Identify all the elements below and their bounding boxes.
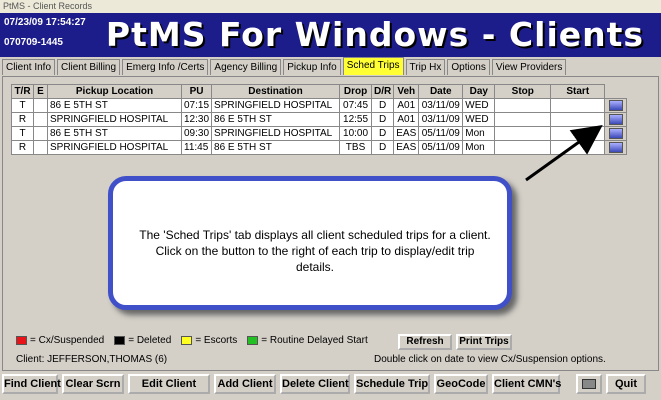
status-legend: = Cx/Suspended = Deleted = Escorts = Rou… (16, 335, 378, 346)
clear-scrn-button[interactable]: Clear Scrn (62, 374, 124, 394)
edit-client-button[interactable]: Edit Client (128, 374, 210, 394)
print-button[interactable] (576, 374, 602, 394)
legend-label: = Cx/Suspended (30, 335, 105, 346)
geocode-button[interactable]: GeoCode (434, 374, 488, 394)
delete-client-button[interactable]: Delete Client (280, 374, 350, 394)
find-client-button[interactable]: Find Client (2, 374, 61, 394)
quit-button[interactable]: Quit (606, 374, 646, 394)
print-trips-button[interactable]: Print Trips (456, 334, 512, 350)
legend-swatch-red (16, 336, 27, 345)
callout-text: The 'Sched Trips' tab displays all clien… (139, 228, 491, 274)
cx-hint: Double click on date to view Cx/Suspensi… (374, 354, 606, 365)
legend-label: = Escorts (195, 335, 238, 346)
help-callout: The 'Sched Trips' tab displays all clien… (108, 176, 512, 310)
legend-swatch-black (114, 336, 126, 345)
refresh-button[interactable]: Refresh (398, 334, 452, 350)
printer-icon (582, 379, 596, 389)
add-client-button[interactable]: Add Client (214, 374, 276, 394)
client-cmns-button[interactable]: Client CMN's (492, 374, 561, 394)
legend-label: = Routine Delayed Start (261, 335, 368, 346)
legend-label: = Deleted (128, 335, 172, 346)
legend-swatch-yellow (181, 336, 193, 345)
legend-swatch-green (247, 336, 259, 345)
client-label: Client: JEFFERSON,THOMAS (6) (16, 354, 168, 365)
schedule-trip-button[interactable]: Schedule Trip (354, 374, 430, 394)
